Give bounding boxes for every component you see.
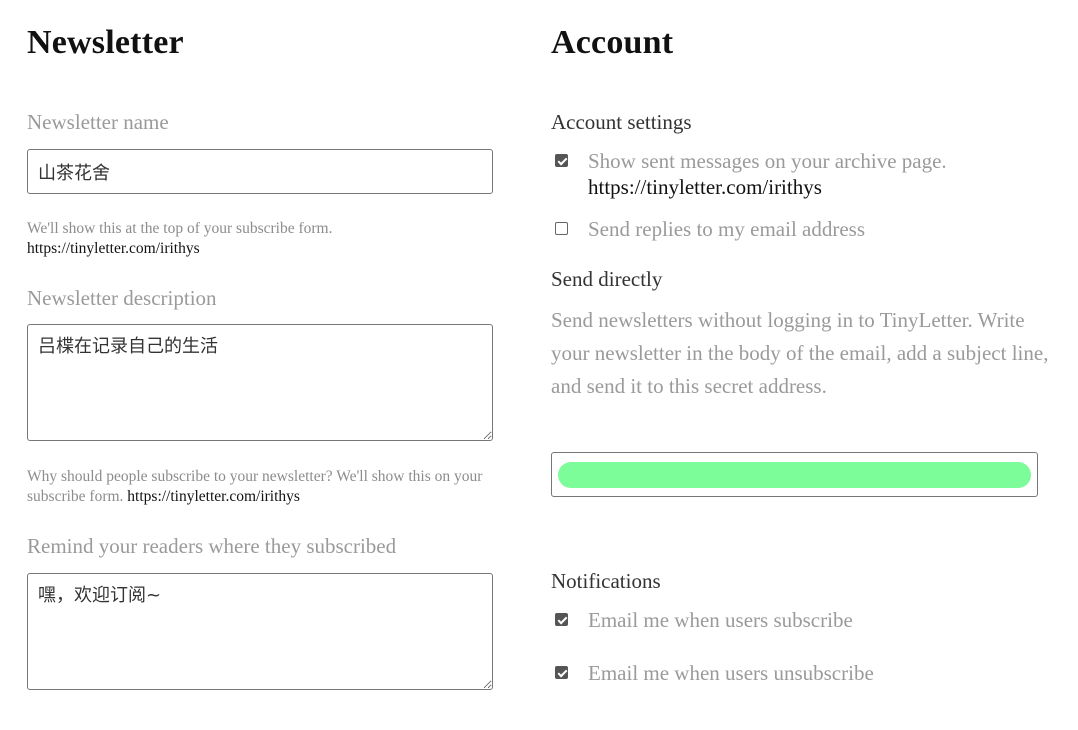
send-directly-description: Send newsletters without logging in to T… xyxy=(551,308,1049,398)
newsletter-name-label: Newsletter name xyxy=(27,110,169,134)
newsletter-description-help-link[interactable]: https://tinyletter.com/irithys xyxy=(127,488,300,505)
notify-unsubscribe-label: Email me when users unsubscribe xyxy=(588,661,874,685)
send-replies-checkbox[interactable] xyxy=(555,222,568,235)
notify-subscribe-checkbox[interactable] xyxy=(555,613,568,626)
show-archive-checkbox[interactable] xyxy=(555,154,568,167)
show-archive-label: Show sent messages on your archive page.… xyxy=(588,148,947,200)
newsletter-name-help: We'll show this at the top of your subsc… xyxy=(27,219,497,259)
notifications-title: Notifications xyxy=(551,569,661,593)
newsletter-description-label: Newsletter description xyxy=(27,286,217,310)
secret-address-field[interactable] xyxy=(551,452,1038,497)
newsletter-heading: Newsletter xyxy=(27,24,184,61)
archive-link[interactable]: https://tinyletter.com/irithys xyxy=(588,174,947,200)
notify-unsubscribe-checkbox[interactable] xyxy=(555,666,568,679)
newsletter-name-input[interactable] xyxy=(27,149,493,194)
send-directly-title: Send directly xyxy=(551,267,663,291)
show-archive-label-text: Show sent messages on your archive page. xyxy=(588,149,947,173)
notify-subscribe-label: Email me when users subscribe xyxy=(588,608,853,632)
reminder-input[interactable]: 嘿，欢迎订阅~ xyxy=(27,573,493,690)
reminder-label: Remind your readers where they subscribe… xyxy=(27,534,397,558)
newsletter-name-help-link[interactable]: https://tinyletter.com/irithys xyxy=(27,240,200,257)
send-replies-label: Send replies to my email address xyxy=(588,217,866,241)
newsletter-description-help: Why should people subscribe to your news… xyxy=(27,467,497,507)
newsletter-name-help-text: We'll show this at the top of your subsc… xyxy=(27,220,333,237)
newsletter-description-input[interactable]: 吕楪在记录自己的生活 xyxy=(27,324,493,441)
redaction-mark xyxy=(558,462,1031,488)
account-heading: Account xyxy=(551,24,674,61)
account-settings-title: Account settings xyxy=(551,110,692,134)
